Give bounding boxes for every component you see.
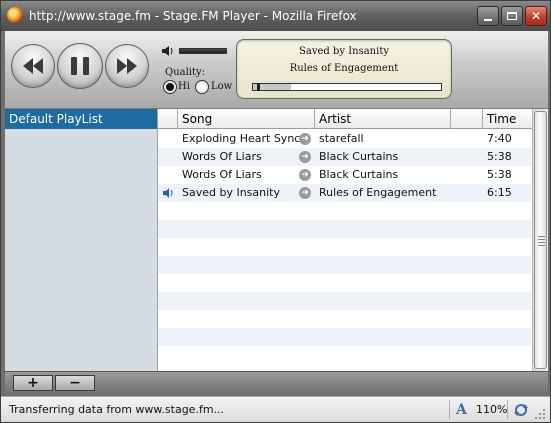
status-text: Transferring data from www.stage.fm... <box>9 403 225 416</box>
rewind-icon-left <box>23 58 33 74</box>
close-button[interactable]: ✕ <box>525 6 547 26</box>
resize-grip-icon[interactable] <box>533 407 547 421</box>
table-row-empty <box>158 274 532 292</box>
go-arrow-icon[interactable]: ➜ <box>299 133 311 145</box>
column-header-song[interactable]: Song <box>178 109 315 129</box>
column-header-time[interactable]: Time <box>483 109 532 129</box>
row-status-cell <box>160 130 176 148</box>
minimize-button[interactable] <box>477 6 499 26</box>
playlist-toolbar: + − <box>5 371 548 395</box>
column-header-spacer <box>451 109 483 129</box>
table-row[interactable]: Words Of Liars ➜ Black Curtains 5:38 <box>158 148 532 166</box>
go-arrow-icon[interactable]: ➜ <box>299 169 311 181</box>
table-row-empty <box>158 292 532 310</box>
table-row[interactable]: Words Of Liars ➜ Black Curtains 5:38 <box>158 166 532 184</box>
song-cell: Words Of Liars <box>182 168 262 181</box>
close-icon: ✕ <box>530 9 542 23</box>
go-to-artist-cell: ➜ <box>299 184 311 202</box>
artist-cell: Black Curtains <box>319 168 399 181</box>
now-playing-display: Saved by Insanity Rules of Engagement <box>236 39 452 99</box>
forward-icon-right <box>127 58 137 74</box>
zoom-level[interactable]: 110% <box>476 403 507 416</box>
track-progress-handle[interactable] <box>256 83 260 91</box>
artist-cell: Rules of Engagement <box>319 186 437 199</box>
quality-hi-radio[interactable] <box>163 80 177 94</box>
song-cell: Saved by Insanity <box>182 186 281 199</box>
quality-low-label: Low <box>211 81 233 92</box>
go-to-artist-cell: ➜ <box>299 166 311 184</box>
row-status-cell <box>160 166 176 184</box>
time-cell: 6:15 <box>487 186 512 199</box>
artist-cell: starefall <box>319 132 364 145</box>
track-table: Song Artist Time Exploding Heart Sync ➜ st… <box>158 109 532 371</box>
row-status-cell <box>160 184 176 202</box>
player-controls: Quality: Hi Low Saved by Insanity Rules … <box>5 31 548 109</box>
table-row[interactable]: Saved by Insanity ➜ Rules of Engagement 6:1… <box>158 184 532 202</box>
row-status-cell <box>160 148 176 166</box>
maximize-button[interactable] <box>501 6 523 26</box>
sync-icon[interactable] <box>513 402 529 418</box>
browser-window: http://www.stage.fm - Stage.FM Player - … <box>0 0 551 423</box>
time-cell: 5:38 <box>487 168 512 181</box>
window-title: http://www.stage.fm - Stage.FM Player - … <box>29 9 357 23</box>
song-cell: Words Of Liars <box>182 150 262 163</box>
quality-hi-label: Hi <box>178 81 190 92</box>
status-bar: Transferring data from www.stage.fm... A… <box>1 396 550 422</box>
time-cell: 7:40 <box>487 132 512 145</box>
go-arrow-icon[interactable]: ➜ <box>299 187 311 199</box>
volume-slider[interactable] <box>179 48 227 54</box>
song-cell: Exploding Heart Sync <box>182 132 301 145</box>
pause-button[interactable] <box>57 43 103 89</box>
add-playlist-button[interactable]: + <box>13 375 53 391</box>
scrollbar-thumb[interactable] <box>534 111 547 369</box>
go-arrow-icon[interactable]: ➜ <box>299 151 311 163</box>
column-header-artist[interactable]: Artist <box>315 109 451 129</box>
sidebar-item-default-playlist[interactable]: Default PlayList <box>5 109 157 129</box>
table-header: Song Artist Time <box>158 109 532 129</box>
volume-icon <box>162 46 173 56</box>
volume-slider-fill <box>180 49 226 53</box>
pause-icon-left <box>71 57 77 75</box>
scrollbar-grip-line <box>538 236 545 237</box>
column-header-status[interactable] <box>158 109 178 129</box>
forward-icon-left <box>117 58 127 74</box>
scrollbar-grip-line <box>538 239 545 240</box>
quality-label: Quality: <box>165 67 206 78</box>
title-bar: http://www.stage.fm - Stage.FM Player - … <box>1 1 550 31</box>
now-playing-song: Saved by Insanity <box>299 46 389 57</box>
minimize-icon <box>484 19 492 21</box>
vertical-scrollbar[interactable] <box>532 109 548 371</box>
firefox-icon <box>7 7 23 23</box>
table-row-empty <box>158 238 532 256</box>
now-playing-album: Rules of Engagement <box>289 63 399 74</box>
now-playing-speaker-icon <box>163 188 173 198</box>
table-row-empty <box>158 328 532 346</box>
go-to-artist-cell: ➜ <box>299 130 311 148</box>
remove-playlist-button[interactable]: − <box>55 375 95 391</box>
playlist-sidebar: Default PlayList <box>5 109 158 371</box>
table-row-empty <box>158 220 532 238</box>
artist-cell: Black Curtains <box>319 150 399 163</box>
pause-icon-right <box>83 57 89 75</box>
zoom-icon[interactable]: A <box>456 402 467 418</box>
track-progress-bar[interactable] <box>252 83 442 91</box>
table-row[interactable]: Exploding Heart Sync ➜ starefall 7:40 <box>158 130 532 148</box>
table-row-empty <box>158 310 532 328</box>
rewind-icon-right <box>33 58 43 74</box>
table-row-empty <box>158 256 532 274</box>
scrollbar-grip-line <box>538 245 545 246</box>
time-cell: 5:38 <box>487 150 512 163</box>
table-row-empty <box>158 346 532 364</box>
quality-low-radio[interactable] <box>195 80 209 94</box>
go-to-artist-cell: ➜ <box>299 148 311 166</box>
rewind-button[interactable] <box>11 44 55 88</box>
status-divider <box>507 400 508 419</box>
table-row-empty <box>158 202 532 220</box>
maximize-icon <box>507 12 517 20</box>
scrollbar-grip-line <box>538 242 545 243</box>
fast-forward-button[interactable] <box>105 44 149 88</box>
status-divider <box>449 400 450 419</box>
